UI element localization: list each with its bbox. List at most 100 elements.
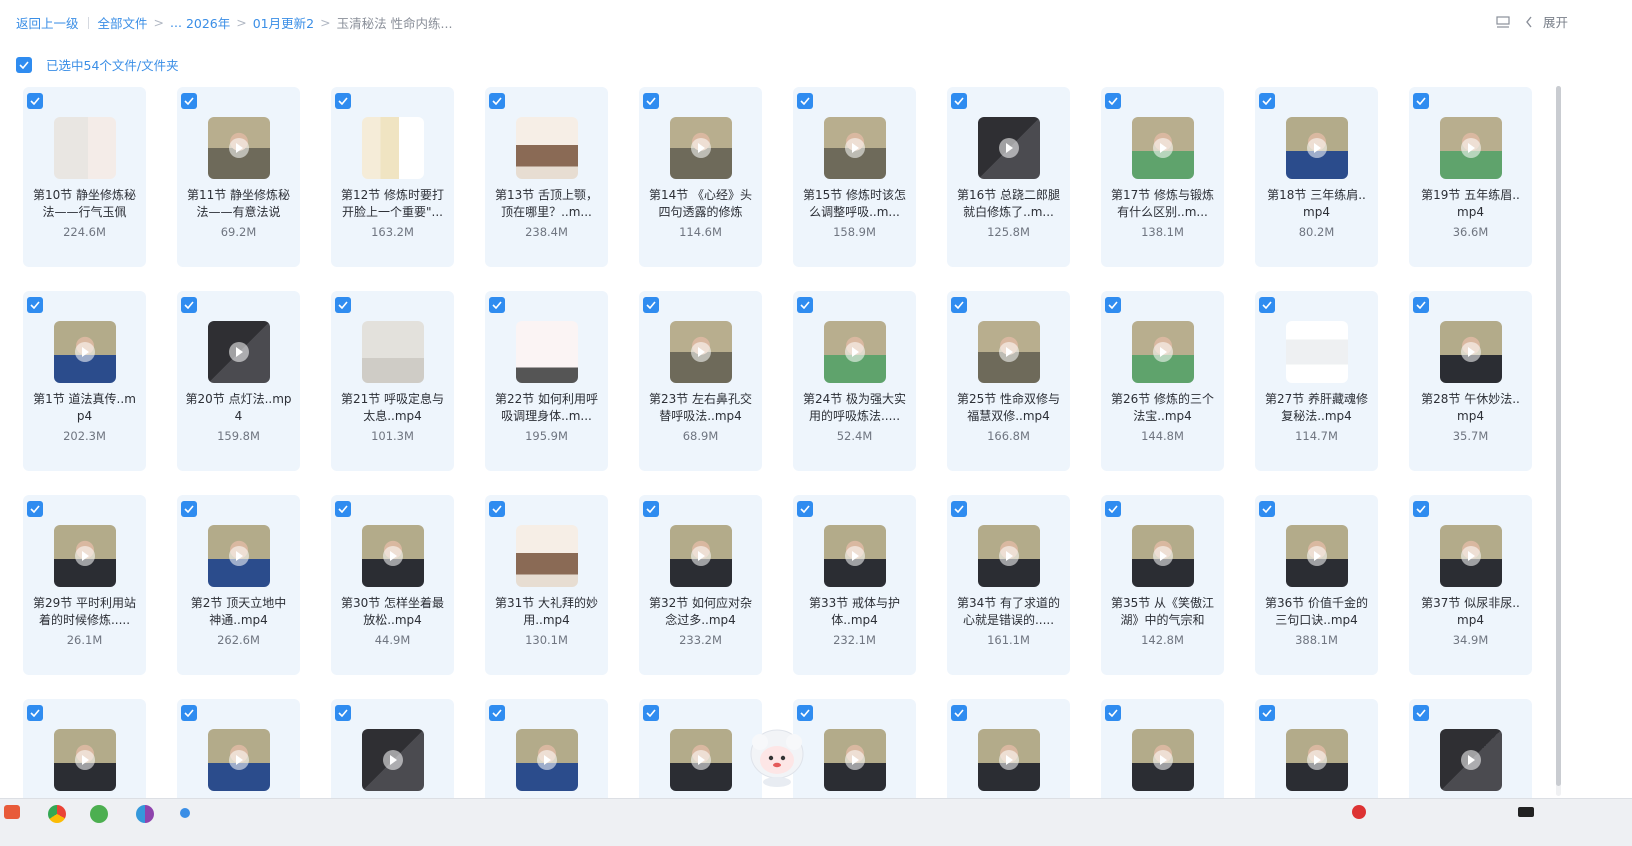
file-checkbox[interactable]	[181, 501, 197, 517]
file-card[interactable]: 第12节 修炼时要打开脸上一个重要"... 163.2M	[331, 87, 454, 267]
file-card[interactable]	[331, 699, 454, 809]
file-checkbox[interactable]	[1413, 297, 1429, 313]
file-card[interactable]: 第10节 静坐修炼秘法——行气玉佩 224.6M	[23, 87, 146, 267]
file-checkbox[interactable]	[489, 297, 505, 313]
file-card[interactable]: 第23节 左右鼻孔交替呼吸法..mp4 68.9M	[639, 291, 762, 471]
file-checkbox[interactable]	[643, 705, 659, 721]
file-card[interactable]	[1255, 699, 1378, 809]
file-checkbox[interactable]	[181, 705, 197, 721]
file-checkbox[interactable]	[27, 297, 43, 313]
file-card[interactable]: 第30节 怎样坐着最放松..mp4 44.9M	[331, 495, 454, 675]
file-card[interactable]	[23, 699, 146, 809]
file-checkbox[interactable]	[27, 705, 43, 721]
file-checkbox[interactable]	[27, 93, 43, 109]
file-checkbox[interactable]	[335, 501, 351, 517]
folder-icon[interactable]	[4, 805, 20, 819]
file-thumbnail	[670, 321, 732, 383]
file-checkbox[interactable]	[951, 705, 967, 721]
file-card[interactable]: 第28节 午休妙法..mp4 35.7M	[1409, 291, 1532, 471]
file-card[interactable]: 第18节 三年练肩..mp4 80.2M	[1255, 87, 1378, 267]
app-icon[interactable]	[136, 805, 154, 823]
file-card[interactable]: 第35节 从《笑傲江湖》中的气宗和 142.8M	[1101, 495, 1224, 675]
file-card[interactable]: 第34节 有了求道的心就是错误的..... 161.1M	[947, 495, 1070, 675]
file-card[interactable]: 第27节 养肝藏魂修复秘法..mp4 114.7M	[1255, 291, 1378, 471]
breadcrumb-folder[interactable]: 01月更新2	[253, 13, 314, 32]
file-checkbox[interactable]	[1105, 501, 1121, 517]
file-checkbox[interactable]	[1413, 93, 1429, 109]
chrome-icon[interactable]	[48, 805, 66, 823]
file-card[interactable]: 第33节 戒体与护体..mp4 232.1M	[793, 495, 916, 675]
file-card[interactable]: 第36节 价值千金的三句口诀..mp4 388.1M	[1255, 495, 1378, 675]
expand-button[interactable]: 展开	[1525, 12, 1568, 31]
file-card[interactable]: 第22节 如何利用呼吸调理身体..m... 195.9M	[485, 291, 608, 471]
app-icon[interactable]	[180, 808, 190, 818]
file-checkbox[interactable]	[27, 501, 43, 517]
file-checkbox[interactable]	[797, 705, 813, 721]
file-checkbox[interactable]	[1105, 93, 1121, 109]
file-checkbox[interactable]	[335, 93, 351, 109]
file-card[interactable]	[1101, 699, 1224, 809]
file-card[interactable]: 第16节 总跷二郎腿就白修炼了..m... 125.8M	[947, 87, 1070, 267]
file-card[interactable]: 第13节 舌顶上颚，顶在哪里？..m... 238.4M	[485, 87, 608, 267]
file-card[interactable]	[793, 699, 916, 809]
file-checkbox[interactable]	[951, 297, 967, 313]
layout-toggle-icon[interactable]	[1495, 15, 1511, 29]
file-card[interactable]: 第14节 《心经》头四句透露的修炼 114.6M	[639, 87, 762, 267]
breadcrumb-all-files[interactable]: 全部文件	[98, 13, 148, 32]
back-link[interactable]: 返回上一级	[16, 13, 79, 32]
file-card[interactable]	[947, 699, 1070, 809]
file-checkbox[interactable]	[643, 297, 659, 313]
scrollbar[interactable]	[1556, 86, 1561, 796]
file-card[interactable]	[485, 699, 608, 809]
file-checkbox[interactable]	[1105, 297, 1121, 313]
app-icon[interactable]	[90, 805, 108, 823]
breadcrumb-year[interactable]: 2026年	[186, 13, 230, 32]
file-card[interactable]: 第1节 道法真传..mp4 202.3M	[23, 291, 146, 471]
file-card[interactable]: 第20节 点灯法..mp4 159.8M	[177, 291, 300, 471]
file-checkbox[interactable]	[797, 93, 813, 109]
file-checkbox[interactable]	[489, 705, 505, 721]
breadcrumb-ellipsis[interactable]: ...	[170, 15, 182, 30]
file-card[interactable]: 第37节 似尿非尿..mp4 34.9M	[1409, 495, 1532, 675]
file-card[interactable]	[177, 699, 300, 809]
file-checkbox[interactable]	[797, 501, 813, 517]
file-checkbox[interactable]	[181, 297, 197, 313]
file-card[interactable]: 第32节 如何应对杂念过多..mp4 233.2M	[639, 495, 762, 675]
scrollbar-thumb[interactable]	[1556, 86, 1561, 786]
file-card[interactable]: 第24节 极为强大实用的呼吸炼法..... 52.4M	[793, 291, 916, 471]
file-checkbox[interactable]	[335, 705, 351, 721]
file-checkbox[interactable]	[181, 93, 197, 109]
notification-icon[interactable]	[1518, 807, 1534, 817]
file-card[interactable]: 第31节 大礼拜的妙用..mp4 130.1M	[485, 495, 608, 675]
select-all-checkbox[interactable]	[16, 56, 32, 73]
file-checkbox[interactable]	[1105, 705, 1121, 721]
file-checkbox[interactable]	[1413, 501, 1429, 517]
file-checkbox[interactable]	[643, 93, 659, 109]
file-checkbox[interactable]	[951, 501, 967, 517]
file-card[interactable]: 第21节 呼吸定息与太息..mp4 101.3M	[331, 291, 454, 471]
file-name: 第34节 有了求道的心就是错误的.....	[956, 596, 1061, 627]
file-card[interactable]: 第15节 修炼时该怎么调整呼吸..m... 158.9M	[793, 87, 916, 267]
file-card[interactable]: 第29节 平时利用站着的时候修炼..... 26.1M	[23, 495, 146, 675]
file-card[interactable]	[639, 699, 762, 809]
file-card[interactable]: 第19节 五年练眉..mp4 36.6M	[1409, 87, 1532, 267]
file-card[interactable]	[1409, 699, 1532, 809]
file-card[interactable]: 第17节 修炼与锻炼有什么区别..m... 138.1M	[1101, 87, 1224, 267]
file-card[interactable]: 第26节 修炼的三个法宝..mp4 144.8M	[1101, 291, 1224, 471]
file-checkbox[interactable]	[951, 93, 967, 109]
file-checkbox[interactable]	[1259, 705, 1275, 721]
file-checkbox[interactable]	[1259, 501, 1275, 517]
file-checkbox[interactable]	[643, 501, 659, 517]
file-checkbox[interactable]	[1259, 297, 1275, 313]
file-card[interactable]: 第25节 性命双修与福慧双修..mp4 166.8M	[947, 291, 1070, 471]
file-checkbox[interactable]	[335, 297, 351, 313]
file-checkbox[interactable]	[1259, 93, 1275, 109]
assistant-mascot-icon[interactable]	[746, 726, 808, 788]
file-checkbox[interactable]	[489, 93, 505, 109]
file-checkbox[interactable]	[1413, 705, 1429, 721]
file-checkbox[interactable]	[797, 297, 813, 313]
file-card[interactable]: 第2节 顶天立地中神通..mp4 262.6M	[177, 495, 300, 675]
file-card[interactable]: 第11节 静坐修炼秘法——有意法说 69.2M	[177, 87, 300, 267]
tray-icon[interactable]	[1352, 805, 1366, 819]
file-checkbox[interactable]	[489, 501, 505, 517]
